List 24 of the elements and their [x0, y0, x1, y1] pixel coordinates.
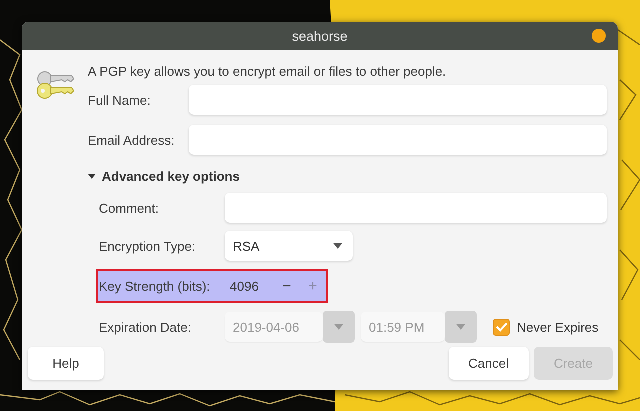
field-label: Email Address:: [88, 132, 176, 148]
caret-icon: [333, 243, 343, 249]
field-label: Key Strength (bits):: [99, 278, 212, 294]
field-label: Expiration Date:: [99, 320, 192, 334]
caret-icon: [88, 174, 96, 178]
field-label: Comment:: [99, 200, 160, 216]
caret-icon: [334, 324, 344, 330]
spin-button[interactable]: −: [274, 272, 300, 300]
field-label: Full Name:: [88, 92, 152, 108]
encryption-type-dropdown[interactable]: RSA: [225, 231, 353, 261]
input-field[interactable]: [189, 85, 607, 115]
close-button[interactable]: [592, 29, 606, 43]
advanced-options-expander[interactable]: Advanced key options: [88, 167, 240, 185]
field-label: Encryption Type:: [99, 238, 197, 254]
dropdown-button[interactable]: [445, 311, 477, 343]
dropdown-button[interactable]: [323, 311, 355, 343]
input-field[interactable]: [225, 193, 607, 223]
input-field[interactable]: [189, 125, 607, 155]
cancel-button[interactable]: Cancel: [448, 346, 529, 380]
spin-value: 4096: [229, 278, 260, 294]
window-title: seahorse: [292, 28, 348, 44]
intro-text: A PGP key allows you to encrypt email or files to other people.: [88, 63, 448, 81]
help-button[interactable]: Help: [28, 346, 104, 380]
caret-icon: [456, 324, 466, 330]
